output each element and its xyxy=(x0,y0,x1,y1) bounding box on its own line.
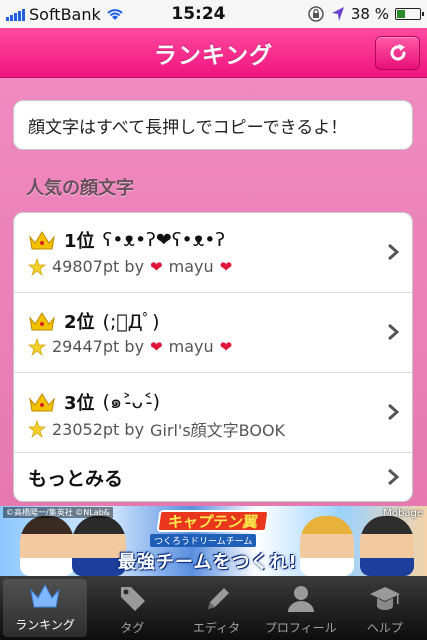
banner-character xyxy=(300,516,354,576)
rank-line: 1位 ʕ•ᴥ•ʔ❤ʕ•ᴥ•ʔ xyxy=(28,227,225,253)
location-icon xyxy=(331,7,344,21)
status-right: 38 % xyxy=(307,5,427,23)
page-title: ランキング xyxy=(153,42,274,69)
status-time: 15:24 xyxy=(171,4,226,24)
author-name: mayu xyxy=(168,337,214,356)
rank-meta: 23052pt by Girl's顔文字BOOK xyxy=(28,417,285,441)
tab-bar: ランキング タグ エディタ プロフィール ヘルプ xyxy=(0,576,427,640)
battery-percent: 38 % xyxy=(350,5,389,23)
ranking-row-1[interactable]: 1位 ʕ•ᴥ•ʔ❤ʕ•ᴥ•ʔ 49807pt by ❤ mayu ❤ xyxy=(14,213,412,293)
wifi-icon xyxy=(107,9,123,20)
tab-label: エディタ xyxy=(192,621,241,635)
tab-label: タグ xyxy=(120,621,145,635)
content-area: 顔文字はすべて長押しでコピーできるよ！ 人気の顔文字 1位 ʕ•ᴥ•ʔ❤ʕ•ᴥ•… xyxy=(0,78,427,506)
tab-label: ヘルプ xyxy=(366,621,403,635)
kaomoji: (๑˃̵ᴗ˂̵) xyxy=(102,391,161,413)
rank-line: 2位 (;ﾟДﾟ) xyxy=(28,307,160,334)
tab-tags[interactable]: タグ xyxy=(90,576,174,640)
star-icon xyxy=(28,420,46,438)
heart-icon: ❤ xyxy=(150,257,163,276)
kaomoji: ʕ•ᴥ•ʔ❤ʕ•ᴥ•ʔ xyxy=(102,228,226,251)
tab-ranking[interactable]: ランキング xyxy=(3,579,88,637)
tab-editor[interactable]: エディタ xyxy=(174,576,258,640)
tab-label: ランキング xyxy=(15,618,75,632)
battery-icon xyxy=(395,8,424,20)
section-title: 人気の顔文字 xyxy=(26,178,134,199)
refresh-button[interactable] xyxy=(375,36,420,70)
status-left: SoftBank xyxy=(0,5,150,24)
points-text: 49807pt by xyxy=(52,257,145,276)
banner-character xyxy=(360,516,414,576)
rank-label: 3位 xyxy=(64,393,95,414)
banner-character xyxy=(20,516,74,576)
banner-logo: キャプテン翼 xyxy=(156,510,270,532)
graduation-cap-icon xyxy=(369,587,400,610)
rank-label: 2位 xyxy=(64,311,95,333)
rank-meta: 29447pt by ❤ mayu ❤ xyxy=(28,337,232,356)
banner-subtitle: つくろうドリームチーム xyxy=(150,534,257,547)
rotation-lock-icon xyxy=(308,6,324,22)
ranking-row-3[interactable]: 3位 (๑˃̵ᴗ˂̵) 23052pt by Girl's顔文字BOOK xyxy=(14,373,412,453)
crown-icon xyxy=(30,583,60,608)
refresh-icon xyxy=(390,44,405,61)
signal-icon xyxy=(6,7,25,21)
crown-icon xyxy=(29,393,55,412)
author-name: mayu xyxy=(168,257,214,276)
tag-icon xyxy=(121,587,146,611)
pencil-icon xyxy=(207,588,229,609)
ad-banner[interactable]: ©高橋陽一/集英社 ©NLab& Mobage キャプテン翼 つくろうドリームチ… xyxy=(0,506,427,576)
chevron-right-icon xyxy=(388,468,400,486)
star-icon xyxy=(28,257,46,276)
rank-label: 1位 xyxy=(64,231,95,252)
banner-brand: Mobage xyxy=(383,508,423,519)
see-more-label: もっとみる xyxy=(28,468,124,490)
author-name: Girl's顔文字BOOK xyxy=(150,421,286,440)
rank-line: 3位 (๑˃̵ᴗ˂̵) xyxy=(28,387,160,417)
kaomoji: (;ﾟДﾟ) xyxy=(102,311,160,333)
chevron-right-icon xyxy=(388,243,400,261)
see-more-row[interactable]: もっとみる xyxy=(14,453,412,501)
rank-meta: 49807pt by ❤ mayu ❤ xyxy=(28,257,232,276)
tab-label: プロフィール xyxy=(264,621,337,635)
ranking-row-2[interactable]: 2位 (;ﾟДﾟ) 29447pt by ❤ mayu ❤ xyxy=(14,293,412,373)
status-bar: SoftBank 15:24 38 % xyxy=(0,0,427,28)
heart-icon: ❤ xyxy=(219,257,233,276)
heart-icon: ❤ xyxy=(219,337,233,356)
heart-icon: ❤ xyxy=(150,337,163,356)
crown-icon xyxy=(29,311,55,330)
notice-box: 顔文字はすべて長押しでコピーできるよ！ xyxy=(13,100,413,150)
banner-credit: ©高橋陽一/集英社 ©NLab& xyxy=(3,507,113,518)
notice-text: 顔文字はすべて長押しでコピーできるよ！ xyxy=(28,117,348,138)
carrier-name: SoftBank xyxy=(29,4,101,24)
star-icon xyxy=(28,337,46,356)
crown-icon xyxy=(29,231,55,250)
chevron-right-icon xyxy=(388,323,400,341)
points-text: 29447pt by xyxy=(52,337,145,356)
navigation-bar: ランキング xyxy=(0,28,427,78)
person-icon xyxy=(287,586,314,612)
chevron-right-icon xyxy=(388,403,400,421)
points-text: 23052pt by xyxy=(52,419,145,439)
tab-profile[interactable]: プロフィール xyxy=(259,576,343,640)
banner-cta: 最強チームをつくれ! xyxy=(118,552,298,573)
tab-help[interactable]: ヘルプ xyxy=(343,576,427,640)
ranking-list: 1位 ʕ•ᴥ•ʔ❤ʕ•ᴥ•ʔ 49807pt by ❤ mayu ❤ 2位 (;… xyxy=(13,212,413,502)
